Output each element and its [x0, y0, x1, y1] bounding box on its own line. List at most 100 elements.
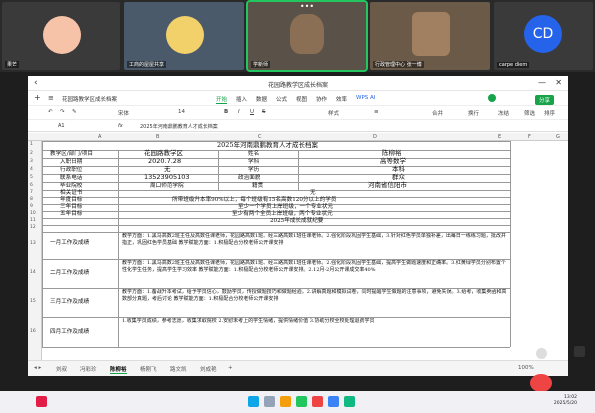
zoom-level[interactable]: 100%: [518, 365, 534, 371]
cert-value[interactable]: 无: [310, 190, 316, 197]
row-header[interactable]: 13: [30, 241, 36, 246]
align-icon[interactable]: ≡: [374, 109, 379, 115]
sheet-tab-active[interactable]: 陈柳裕: [110, 365, 127, 374]
column-header[interactable]: C: [258, 134, 262, 140]
row-header[interactable]: 3: [30, 159, 33, 164]
share-button[interactable]: 分享: [534, 95, 554, 105]
info-value[interactable]: 本科: [392, 166, 405, 173]
start-icon[interactable]: [248, 396, 259, 407]
sheet-tab[interactable]: 冯彩珍: [80, 365, 97, 373]
month-label[interactable]: 四月工作及成绩: [50, 329, 89, 336]
font-select[interactable]: 宋体: [118, 109, 129, 117]
bold-icon[interactable]: B: [224, 109, 228, 115]
search-icon[interactable]: [264, 396, 275, 407]
info-label[interactable]: 联系电话: [60, 175, 82, 182]
info-value[interactable]: 陈柳裕: [382, 150, 402, 157]
sheet-grid[interactable]: A B C D E F G 1 2 3 4 5 6 7 8 9 10 11 12 13 14 15 16: [28, 133, 568, 360]
tab-insert[interactable]: 插入: [236, 95, 247, 103]
underline-icon[interactable]: U: [250, 109, 254, 115]
row-header[interactable]: 8: [30, 197, 33, 202]
add-icon[interactable]: +: [34, 93, 41, 102]
wrap-button[interactable]: 换行: [468, 109, 479, 117]
app-icon[interactable]: [312, 396, 323, 407]
sheet-nav-icon[interactable]: ◂ ▸: [34, 365, 41, 371]
style-button[interactable]: 样式: [328, 109, 339, 117]
tab-start[interactable]: 开始: [216, 95, 228, 104]
info-label[interactable]: 入职日期: [60, 159, 82, 166]
participant-tile[interactable]: 果芒: [2, 2, 120, 70]
row-header[interactable]: 12: [30, 225, 36, 230]
q5-value[interactable]: 至少有两个全员上岸班级，两个专业状元: [232, 211, 333, 218]
record-title[interactable]: 2025年成长成就纪要: [270, 218, 323, 225]
info-value[interactable]: 河南省信阳市: [368, 182, 407, 189]
sort-button[interactable]: 排序: [544, 109, 555, 117]
system-clock[interactable]: 13:02 2025/5/20: [554, 395, 577, 407]
mic-icon[interactable]: [530, 374, 552, 392]
info-label[interactable]: 行政职位: [60, 167, 82, 174]
app-icon[interactable]: [36, 396, 47, 407]
tab-data[interactable]: 数据: [256, 95, 267, 103]
row-header[interactable]: 9: [30, 204, 33, 209]
app-icon[interactable]: [328, 396, 339, 407]
add-sheet-icon[interactable]: +: [228, 365, 233, 371]
column-header[interactable]: G: [556, 134, 560, 140]
goal-label[interactable]: 年度目标: [60, 197, 82, 204]
sheet-tab[interactable]: 刘叔: [56, 365, 67, 373]
info-label[interactable]: 姓名: [248, 151, 259, 158]
merge-button[interactable]: 合并: [432, 109, 443, 117]
tab-collab[interactable]: 协作: [316, 95, 327, 103]
row-header[interactable]: 6: [30, 183, 33, 188]
participant-tile[interactable]: 行政管理中心 张一博: [370, 2, 490, 70]
freeze-button[interactable]: 冻结: [498, 109, 509, 117]
info-value[interactable]: 群众: [392, 174, 405, 181]
row-header[interactable]: 10: [30, 211, 36, 216]
formula-input[interactable]: 2025年河南鼎鹏教育人才成长档案: [140, 123, 218, 130]
tab-view[interactable]: 视图: [296, 95, 307, 103]
q3-value[interactable]: 至少一个学员上岸班级，一个专业状元: [238, 204, 333, 211]
tab-formula[interactable]: 公式: [276, 95, 287, 103]
row-header[interactable]: 7: [30, 190, 33, 195]
minimize-icon[interactable]: —: [538, 78, 546, 87]
row-header[interactable]: 14: [30, 270, 36, 275]
italic-icon[interactable]: I: [238, 109, 240, 115]
month-label[interactable]: 三月工作及成绩: [50, 299, 89, 306]
column-header[interactable]: E: [498, 134, 501, 140]
info-value[interactable]: 无: [164, 166, 171, 173]
row-header[interactable]: 5: [30, 175, 33, 180]
column-header[interactable]: A: [98, 134, 101, 140]
row-header[interactable]: 15: [30, 299, 36, 304]
row-header[interactable]: 4: [30, 167, 33, 172]
app-icon[interactable]: [344, 396, 355, 407]
goal-value[interactable]: 所带班级升本率90%以上，每个班级有15名高数120分以上的学员: [172, 197, 336, 204]
row-header[interactable]: 11: [30, 218, 36, 223]
cell-reference[interactable]: A1: [58, 123, 65, 129]
format-painter-icon[interactable]: ✎: [72, 109, 77, 115]
month-text[interactable]: 教学方面：1.黑马高数2班主任及高数任课老师，花园路高数1班、经三路高数1班任课…: [122, 233, 508, 259]
close-icon[interactable]: ✕: [555, 78, 562, 87]
row-header[interactable]: 16: [30, 329, 36, 334]
emoji-icon[interactable]: [536, 348, 547, 359]
sheet-tab[interactable]: 路文凯: [170, 365, 187, 373]
month-text[interactable]: 教学方面：1.黑马高数2班主任及高数任课老师，花园路高数1班、经三路高数1班任课…: [122, 260, 508, 288]
month-label[interactable]: 二月工作及成绩: [50, 270, 89, 277]
app-icon[interactable]: [296, 396, 307, 407]
info-value[interactable]: 周口师范学院: [150, 183, 184, 190]
info-value[interactable]: 高等数学: [380, 158, 406, 165]
info-value[interactable]: 13523905103: [144, 174, 190, 181]
info-label[interactable]: 教学区/部门/项目: [50, 151, 93, 158]
redo-icon[interactable]: ↷: [60, 109, 65, 115]
participant-tile[interactable]: CD carpe diem: [494, 2, 593, 70]
participant-tile-active[interactable]: ••• 学新师: [246, 0, 368, 72]
info-label[interactable]: 学科: [248, 159, 259, 166]
participant-tile[interactable]: 工商的屋屋共享: [124, 2, 244, 70]
info-label[interactable]: 政治面貌: [238, 175, 260, 182]
sheet-tab[interactable]: 刘成艳: [200, 365, 217, 373]
column-header[interactable]: B: [156, 134, 159, 140]
tab-efficiency[interactable]: 效率: [336, 95, 347, 103]
more-icon[interactable]: •••: [300, 3, 314, 11]
column-header[interactable]: F: [528, 134, 531, 140]
folder-icon[interactable]: [280, 396, 291, 407]
info-value[interactable]: 花园路教学区: [144, 150, 183, 157]
q3-label[interactable]: 三年目标: [60, 204, 82, 211]
info-value[interactable]: 2020.7.28: [148, 158, 181, 165]
